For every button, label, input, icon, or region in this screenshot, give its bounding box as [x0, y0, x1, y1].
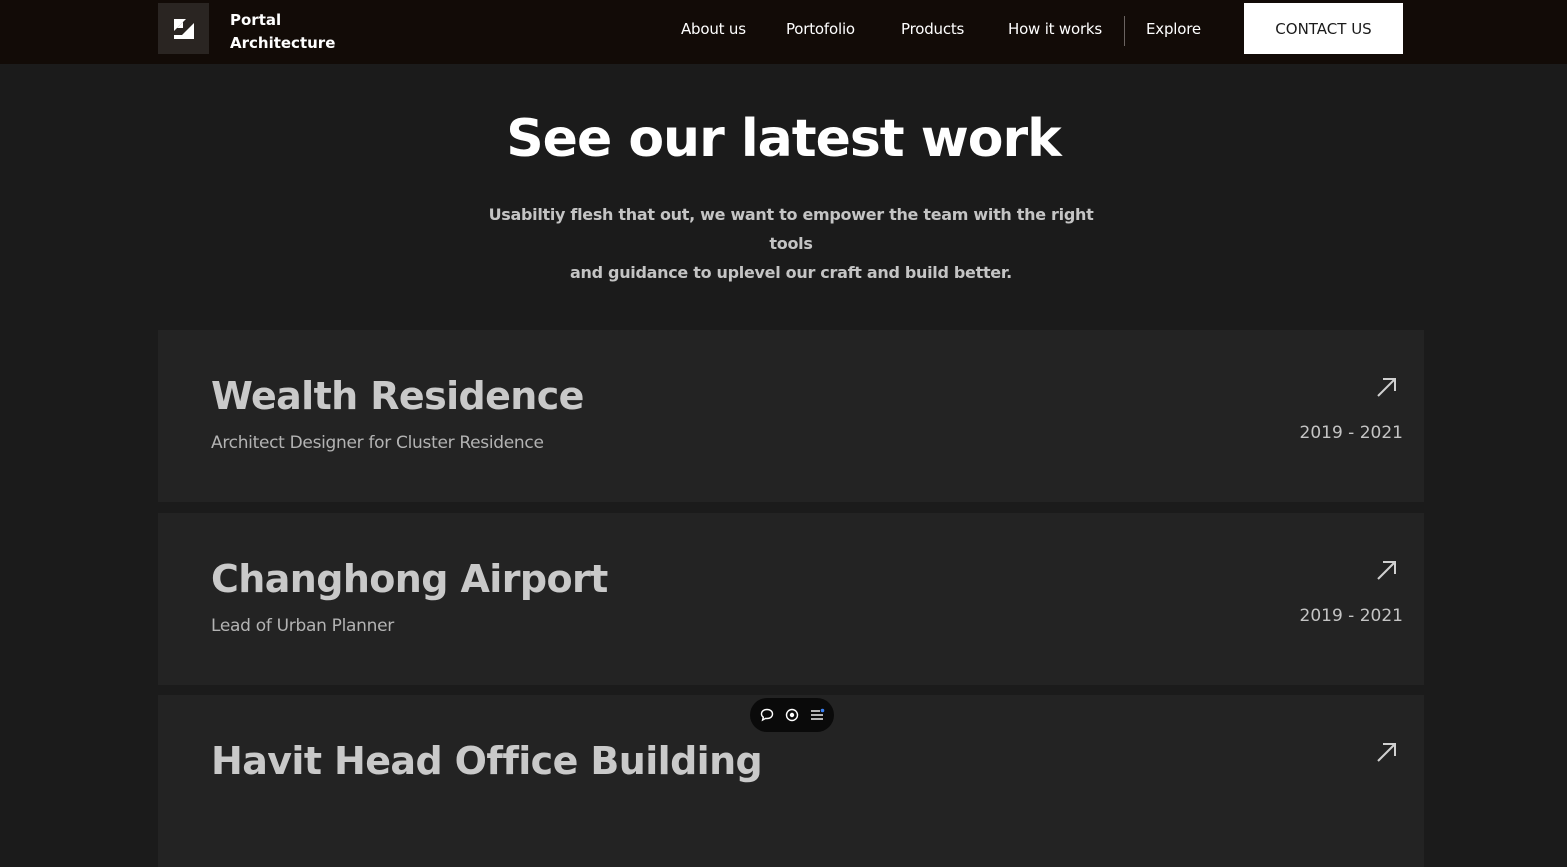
subtitle-line-2: and guidance to uplevel our craft and bu… [570, 263, 1012, 282]
comment-icon[interactable] [759, 707, 775, 723]
project-role: Lead of Urban Planner [211, 616, 394, 636]
project-card-wealth-residence[interactable]: Wealth Residence Architect Designer for … [158, 330, 1424, 502]
nav-link-portofolio[interactable]: Portofolio [786, 19, 855, 39]
project-card-changhong-airport[interactable]: Changhong Airport Lead of Urban Planner … [158, 513, 1424, 685]
eye-icon[interactable] [784, 707, 800, 723]
project-title: Changhong Airport [211, 557, 608, 601]
arrow-up-right-icon[interactable] [1374, 374, 1400, 400]
nav-link-explore[interactable]: Explore [1146, 19, 1201, 39]
portal-logo-icon [173, 18, 194, 39]
nav-divider [1124, 16, 1125, 46]
arrow-up-right-icon[interactable] [1374, 557, 1400, 583]
brand-name[interactable]: Portal Architecture [230, 9, 335, 55]
brand-line-2: Architecture [230, 34, 336, 52]
list-icon[interactable] [809, 707, 825, 723]
brand-line-1: Portal [230, 11, 282, 29]
project-role: Architect Designer for Cluster Residence [211, 433, 544, 453]
nav-link-how-it-works[interactable]: How it works [1008, 19, 1102, 39]
project-title: Wealth Residence [211, 374, 584, 418]
section-subtitle: Usabiltiy flesh that out, we want to emp… [470, 200, 1112, 287]
nav-link-about-us[interactable]: About us [681, 19, 746, 39]
contact-us-button[interactable]: CONTACT US [1244, 3, 1403, 54]
top-navbar: Portal Architecture About us Portofolio … [0, 0, 1567, 64]
nav-link-products[interactable]: Products [901, 19, 964, 39]
subtitle-line-1: Usabiltiy flesh that out, we want to emp… [488, 205, 1094, 253]
project-years: 2019 - 2021 [1299, 423, 1403, 443]
arrow-up-right-icon[interactable] [1374, 739, 1400, 765]
logo[interactable] [158, 3, 209, 54]
project-title: Havit Head Office Building [211, 739, 763, 783]
section-title: See our latest work [506, 109, 1062, 169]
project-years: 2019 - 2021 [1299, 606, 1403, 626]
floating-toolbar [750, 698, 834, 732]
